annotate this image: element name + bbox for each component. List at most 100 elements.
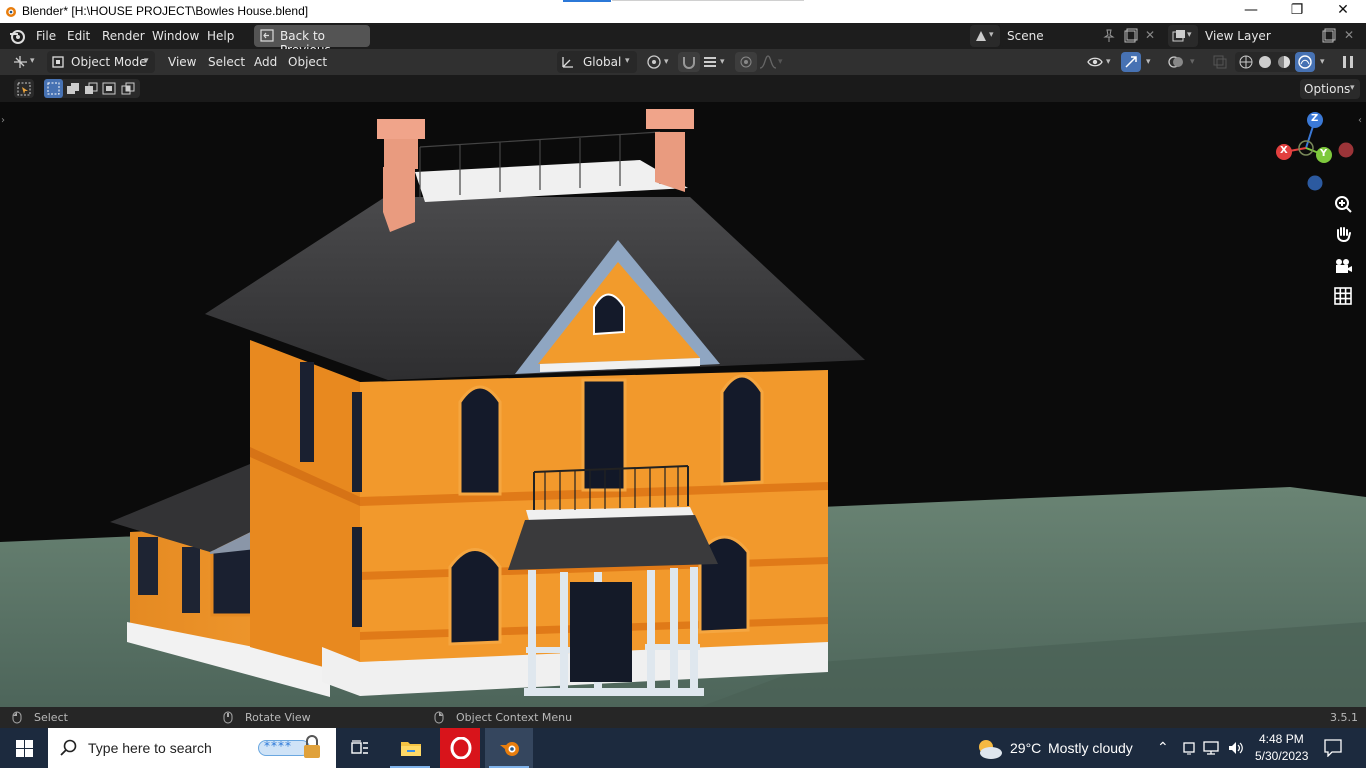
header-menu-select[interactable]: Select bbox=[208, 55, 245, 69]
xray-icon[interactable] bbox=[1212, 54, 1228, 70]
mode-label: Object Mode bbox=[71, 55, 147, 69]
close-button[interactable]: ✕ bbox=[1320, 0, 1366, 23]
weather-temperature[interactable]: 29°C bbox=[1010, 740, 1041, 756]
restore-button[interactable]: ❐ bbox=[1274, 0, 1320, 23]
select-extend-icon[interactable] bbox=[66, 82, 80, 95]
scene-icon bbox=[976, 31, 986, 41]
blender-taskbar-button[interactable] bbox=[485, 728, 533, 768]
start-button[interactable] bbox=[0, 728, 48, 768]
scene-field[interactable]: Scene bbox=[1000, 25, 1140, 47]
window-titlebar: Blender* [H:\HOUSE PROJECT\Bowles House.… bbox=[0, 0, 1366, 23]
status-rotate: Rotate View bbox=[245, 711, 311, 724]
title-accent bbox=[563, 0, 611, 2]
delete-view-layer-icon[interactable]: ✕ bbox=[1344, 28, 1354, 42]
opera-icon bbox=[450, 737, 472, 759]
selection-mode-group bbox=[44, 79, 140, 98]
viewport-header: ▾ Object Mode ▾ View Select Add Object G… bbox=[0, 49, 1366, 75]
menu-edit[interactable]: Edit bbox=[67, 29, 90, 43]
options-label: Options bbox=[1304, 82, 1351, 96]
rendered-shading-button[interactable] bbox=[1295, 52, 1315, 72]
new-scene-icon[interactable] bbox=[1124, 28, 1138, 44]
menu-render[interactable]: Render bbox=[102, 29, 145, 43]
mouse-left-icon bbox=[12, 711, 22, 724]
material-shading-icon[interactable] bbox=[1277, 55, 1291, 69]
mouse-middle-icon bbox=[223, 711, 233, 724]
select-subtract-icon[interactable] bbox=[84, 82, 98, 95]
gizmo-x-label: X bbox=[1280, 145, 1288, 156]
proportional-edit-toggle[interactable] bbox=[735, 52, 757, 72]
visibility-icon[interactable] bbox=[1087, 54, 1103, 70]
solid-shading-icon[interactable] bbox=[1258, 55, 1272, 69]
menu-window[interactable]: Window bbox=[152, 29, 199, 43]
orientation-icon bbox=[562, 57, 573, 68]
select-new-button[interactable] bbox=[44, 79, 63, 98]
status-context-menu: Object Context Menu bbox=[456, 711, 573, 724]
mode-dropdown[interactable]: Object Mode ▾ bbox=[47, 51, 155, 73]
view-layer-type-dropdown[interactable]: ▾ bbox=[1168, 25, 1198, 47]
options-dropdown[interactable]: Options ▾ bbox=[1300, 79, 1360, 99]
header-menu-add[interactable]: Add bbox=[254, 55, 277, 69]
select-intersect-icon[interactable] bbox=[121, 82, 135, 95]
select-box-icon bbox=[17, 82, 31, 96]
menu-help[interactable]: Help bbox=[207, 29, 234, 43]
gizmo-toggle[interactable] bbox=[1121, 52, 1141, 72]
meet-now-icon[interactable] bbox=[1182, 740, 1196, 756]
scene-name: Scene bbox=[1007, 29, 1044, 43]
tray-expand-icon[interactable]: ⌃ bbox=[1157, 739, 1169, 756]
scene-type-dropdown[interactable]: ▾ bbox=[970, 25, 1000, 47]
task-view-button[interactable] bbox=[336, 728, 384, 768]
object-mode-icon bbox=[52, 56, 64, 68]
magnet-icon bbox=[683, 57, 695, 69]
clock-time[interactable]: 4:48 PM bbox=[1259, 732, 1304, 746]
network-icon[interactable] bbox=[1203, 740, 1221, 756]
snap-toggle[interactable] bbox=[678, 52, 700, 72]
gizmo-y-label: Y bbox=[1320, 148, 1328, 159]
weather-icon[interactable] bbox=[974, 737, 1004, 761]
3d-viewport[interactable]: Z X Y › ‹ bbox=[0, 102, 1366, 707]
wireframe-shading-icon[interactable] bbox=[1239, 55, 1253, 69]
file-explorer-icon bbox=[401, 742, 421, 756]
3d-view-icon bbox=[14, 56, 27, 68]
notification-icon[interactable] bbox=[1324, 739, 1342, 757]
porch-roof bbox=[508, 515, 718, 570]
minimize-button[interactable]: — bbox=[1228, 0, 1274, 23]
header-menu-object[interactable]: Object bbox=[288, 55, 327, 69]
transform-orientation-dropdown[interactable]: Global ▾ bbox=[557, 51, 637, 73]
weather-description[interactable]: Mostly cloudy bbox=[1048, 740, 1133, 756]
sidebar-expand-icon[interactable]: ‹ bbox=[1358, 115, 1362, 126]
sidebar-toggle-icon[interactable] bbox=[1340, 54, 1356, 70]
header-menu-view[interactable]: View bbox=[168, 55, 196, 69]
shading-mode-group bbox=[1235, 52, 1315, 72]
status-bar: Select Rotate View Object Context Menu 3… bbox=[0, 707, 1366, 728]
taskbar-search-box[interactable]: Type here to search **** bbox=[48, 728, 336, 768]
select-new-icon bbox=[47, 82, 60, 95]
snap-target-icon[interactable] bbox=[702, 54, 718, 70]
back-to-previous-button[interactable]: Back to Previous bbox=[254, 25, 370, 57]
orientation-label: Global bbox=[583, 55, 622, 69]
select-invert-icon[interactable] bbox=[102, 82, 116, 95]
grid-icon[interactable] bbox=[1333, 286, 1353, 306]
menu-file[interactable]: File bbox=[36, 29, 56, 43]
hand-icon[interactable] bbox=[1333, 225, 1353, 245]
opera-button[interactable] bbox=[436, 728, 484, 768]
editor-type-dropdown[interactable]: ▾ bbox=[10, 52, 40, 72]
active-tool-button[interactable] bbox=[14, 79, 34, 98]
blender-menu-icon[interactable] bbox=[9, 28, 26, 44]
clock-date[interactable]: 5/30/2023 bbox=[1255, 749, 1308, 763]
toolbar-expand-icon[interactable]: › bbox=[1, 115, 5, 126]
chimney-right bbox=[655, 132, 685, 192]
camera-icon[interactable] bbox=[1333, 256, 1353, 276]
view-layer-name: View Layer bbox=[1205, 29, 1271, 43]
pin-icon[interactable] bbox=[1103, 29, 1115, 43]
overlays-icon[interactable] bbox=[1168, 54, 1184, 70]
volume-icon[interactable] bbox=[1228, 740, 1244, 756]
zoom-icon[interactable] bbox=[1333, 195, 1353, 215]
view-layer-field[interactable]: View Layer bbox=[1198, 25, 1338, 47]
delete-scene-icon[interactable]: ✕ bbox=[1145, 28, 1155, 42]
pivot-point-icon[interactable] bbox=[646, 54, 662, 70]
file-explorer-button[interactable] bbox=[386, 728, 434, 768]
new-view-layer-icon[interactable] bbox=[1322, 28, 1336, 44]
view-layer-icon bbox=[1172, 30, 1185, 42]
viewport-render bbox=[0, 102, 1366, 707]
falloff-icon[interactable] bbox=[759, 55, 777, 69]
